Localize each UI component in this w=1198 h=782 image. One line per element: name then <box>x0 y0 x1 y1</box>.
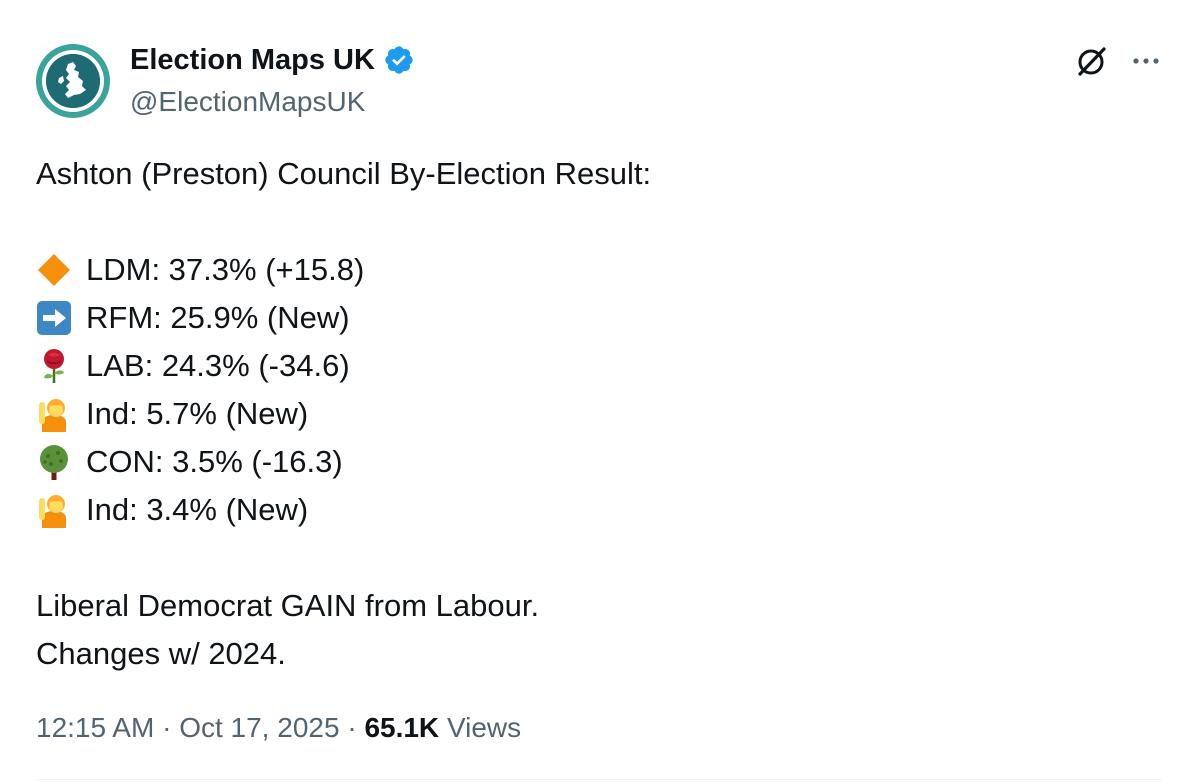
result-row: Ind: 3.4% (New) <box>36 486 1156 534</box>
views-label[interactable]: Views <box>447 712 521 743</box>
result-text: CON: 3.5% (-16.3) <box>86 444 343 479</box>
meta-separator: · <box>347 712 357 743</box>
result-text: RFM: 25.9% (New) <box>86 300 350 335</box>
tweet-title: Ashton (Preston) Council By-Election Res… <box>36 156 652 191</box>
result-text: Ind: 5.7% (New) <box>86 396 309 431</box>
views-count[interactable]: 65.1K <box>364 712 439 743</box>
uk-map-globe-icon <box>46 54 100 108</box>
result-text: Ind: 3.4% (New) <box>86 492 309 527</box>
avatar[interactable] <box>36 44 110 118</box>
tweet-text: Ashton (Preston) Council By-Election Res… <box>36 150 1156 678</box>
tree-icon <box>36 444 72 480</box>
grok-icon[interactable] <box>1074 44 1108 78</box>
result-row: LDM: 37.3% (+15.8) <box>36 246 1156 294</box>
author-name-row[interactable]: Election Maps UK <box>130 42 415 78</box>
rose-icon <box>36 348 72 384</box>
tweet-time[interactable]: 12:15 AM <box>36 712 154 743</box>
handle[interactable]: @ElectionMapsUK <box>130 84 365 120</box>
right-arrow-icon <box>36 300 72 336</box>
result-row: LAB: 24.3% (-34.6) <box>36 342 1156 390</box>
result-row: RFM: 25.9% (New) <box>36 294 1156 342</box>
tweet-meta: 12:15 AM · Oct 17, 2025 · 65.1K Views <box>36 708 521 748</box>
divider <box>36 779 1162 780</box>
result-row: Ind: 5.7% (New) <box>36 390 1156 438</box>
tweet: Election Maps UK @ElectionMapsUK Ashton … <box>0 0 1198 782</box>
meta-separator: · <box>162 712 172 743</box>
orange-diamond-icon <box>36 252 72 288</box>
display-name[interactable]: Election Maps UK <box>130 42 375 78</box>
summary-line: Changes w/ 2024. <box>36 636 286 671</box>
verified-badge-icon[interactable] <box>383 44 415 76</box>
result-text: LAB: 24.3% (-34.6) <box>86 348 350 383</box>
person-raising-hand-icon <box>36 396 72 432</box>
tweet-date[interactable]: Oct 17, 2025 <box>179 712 339 743</box>
more-horizontal-icon[interactable] <box>1128 44 1164 78</box>
summary-line: Liberal Democrat GAIN from Labour. <box>36 588 540 623</box>
result-text: LDM: 37.3% (+15.8) <box>86 252 365 287</box>
result-row: CON: 3.5% (-16.3) <box>36 438 1156 486</box>
person-raising-hand-icon <box>36 492 72 528</box>
